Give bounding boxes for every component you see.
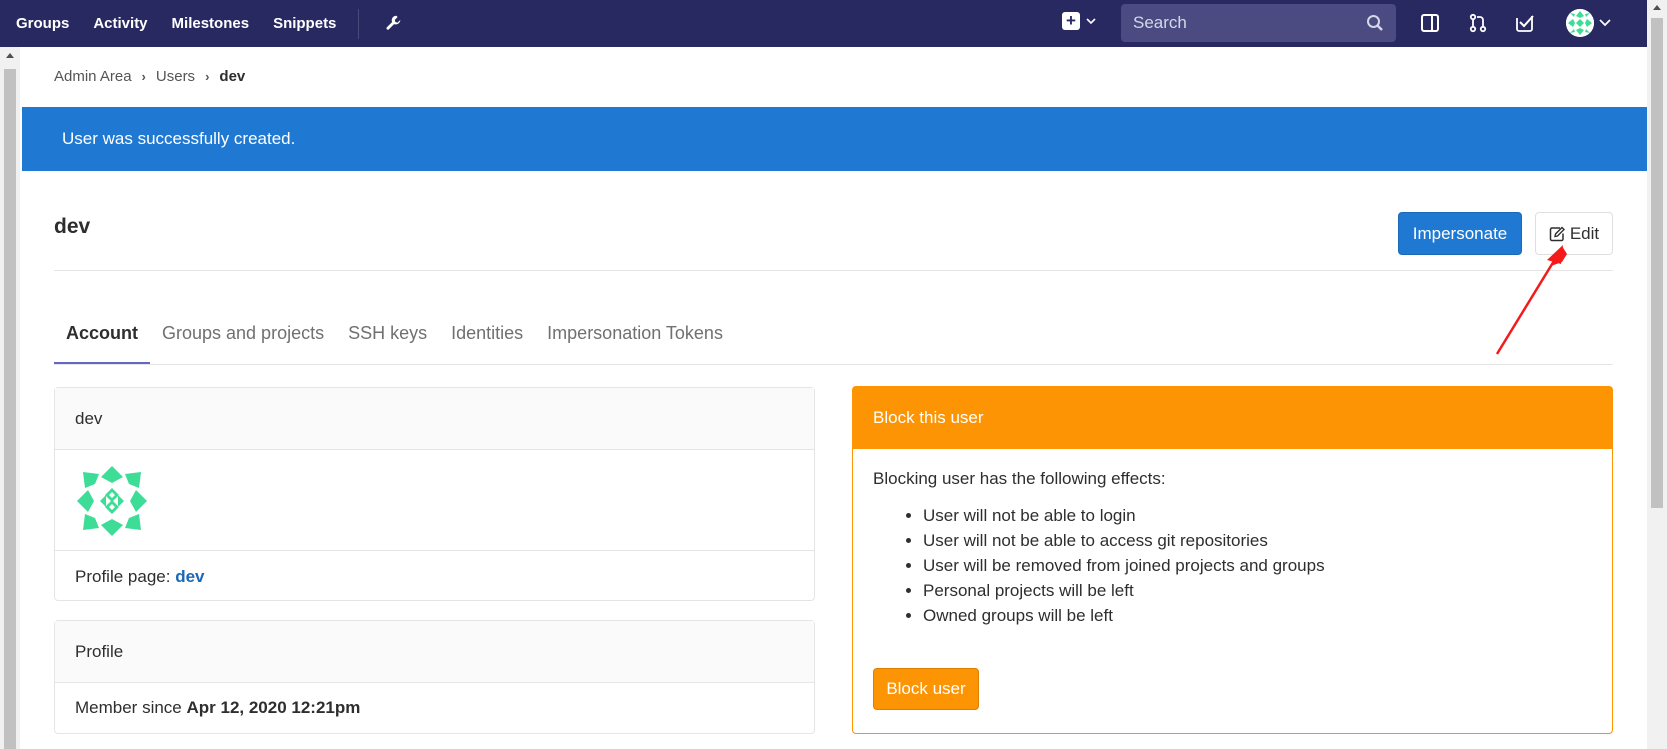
top-navbar: Groups Activity Milestones Snippets +	[0, 0, 1667, 47]
profile-page-row: Profile page: dev	[55, 550, 814, 601]
search-input[interactable]	[1133, 13, 1353, 33]
breadcrumb-current[interactable]: dev	[219, 68, 245, 85]
profile-card-header: Profile	[55, 621, 814, 683]
new-dropdown-button[interactable]: +	[1062, 12, 1096, 30]
breadcrumb-admin-area[interactable]: Admin Area	[54, 68, 132, 85]
nav-link-snippets[interactable]: Snippets	[273, 15, 336, 32]
list-item: Owned groups will be left	[923, 603, 1592, 628]
divider	[54, 364, 1613, 365]
profile-card: Profile Member since Apr 12, 2020 12:21p…	[54, 620, 815, 734]
scroll-up-arrow-icon[interactable]	[1653, 5, 1661, 10]
block-card-body: Blocking user has the following effects:…	[853, 449, 1612, 730]
scroll-up-arrow-icon[interactable]	[6, 53, 14, 58]
list-item: User will not be able to access git repo…	[923, 528, 1592, 553]
tab-identities[interactable]: Identities	[439, 315, 535, 365]
block-user-card: Block this user Blocking user has the fo…	[852, 386, 1613, 734]
plus-icon: +	[1062, 12, 1080, 30]
tab-impersonation-tokens[interactable]: Impersonation Tokens	[535, 315, 735, 365]
member-since-value: Apr 12, 2020 12:21pm	[186, 698, 361, 717]
sidebar-toggle-icon[interactable]	[1419, 12, 1441, 34]
block-user-button[interactable]: Block user	[873, 668, 979, 710]
member-since-row: Member since Apr 12, 2020 12:21pm	[55, 683, 814, 733]
chevron-down-icon[interactable]	[1599, 18, 1611, 28]
profile-page-label: Profile page:	[75, 567, 171, 586]
edit-button-label: Edit	[1569, 223, 1600, 243]
member-since-label: Member since	[75, 698, 182, 717]
tab-account[interactable]: Account	[54, 315, 150, 365]
user-card: dev Profile page: dev	[54, 387, 815, 601]
nav-link-groups[interactable]: Groups	[16, 15, 69, 32]
breadcrumb: Admin Area › Users › dev	[54, 68, 245, 85]
user-card-header: dev	[55, 388, 814, 450]
flash-notice: User was successfully created.	[22, 107, 1647, 171]
page-title: dev	[54, 215, 91, 238]
search-icon[interactable]	[1366, 14, 1384, 32]
todo-check-icon[interactable]	[1514, 12, 1536, 34]
chevron-down-icon	[1086, 18, 1096, 25]
breadcrumb-users[interactable]: Users	[156, 68, 195, 85]
block-card-header: Block this user	[853, 387, 1612, 449]
block-effects-list: User will not be able to login User will…	[923, 503, 1592, 628]
avatar-identicon-icon	[1566, 9, 1594, 37]
nav-divider	[358, 8, 360, 39]
nav-link-milestones[interactable]: Milestones	[172, 15, 250, 32]
search-box	[1121, 4, 1396, 42]
chevron-right-icon: ›	[141, 69, 146, 84]
scrollbar-thumb[interactable]	[4, 69, 16, 749]
scrollbar-thumb[interactable]	[1651, 18, 1663, 508]
chevron-right-icon: ›	[205, 69, 210, 84]
annotation-arrow-icon	[1495, 245, 1567, 355]
user-avatar-identicon-icon	[75, 464, 149, 538]
divider	[54, 270, 1613, 271]
edit-icon	[1549, 226, 1565, 241]
left-scrollbar[interactable]	[0, 47, 20, 749]
tab-groups-and-projects[interactable]: Groups and projects	[150, 315, 336, 365]
list-item: User will be removed from joined project…	[923, 553, 1592, 578]
nav-link-activity[interactable]: Activity	[93, 15, 147, 32]
tab-ssh-keys[interactable]: SSH keys	[336, 315, 439, 365]
user-avatar-menu[interactable]	[1566, 9, 1594, 37]
user-tabs: Account Groups and projects SSH keys Ide…	[54, 315, 735, 365]
list-item: User will not be able to login	[923, 503, 1592, 528]
profile-page-link[interactable]: dev	[175, 567, 204, 586]
user-avatar-row	[55, 450, 814, 550]
admin-wrench-icon[interactable]	[383, 13, 405, 35]
right-scrollbar[interactable]	[1647, 0, 1667, 749]
merge-request-icon[interactable]	[1467, 12, 1489, 34]
block-intro: Blocking user has the following effects:	[873, 469, 1166, 488]
list-item: Personal projects will be left	[923, 578, 1592, 603]
